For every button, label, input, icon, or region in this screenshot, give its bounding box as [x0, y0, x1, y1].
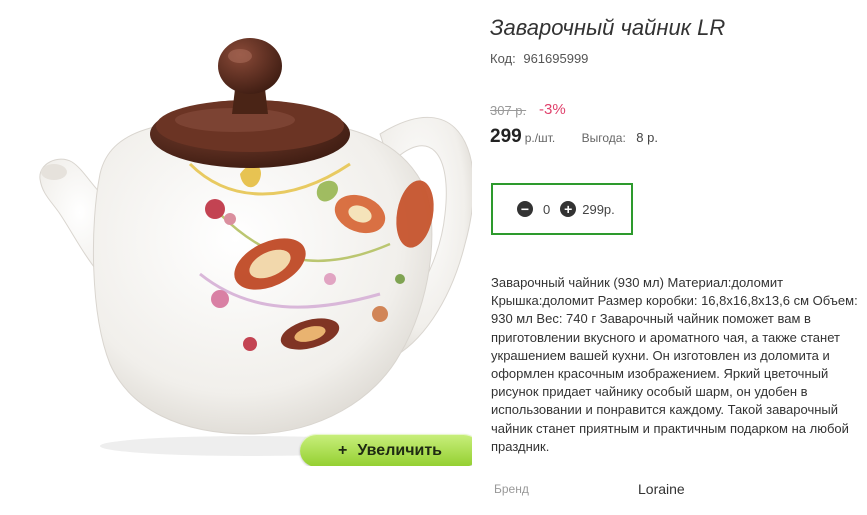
minus-circle-icon[interactable]: −: [517, 201, 533, 217]
code-value: 961695999: [523, 51, 589, 66]
price-unit: р./шт.: [524, 131, 556, 145]
brand-label: Бренд: [494, 482, 529, 496]
product-image[interactable]: + Увеличить: [20, 14, 472, 466]
zoom-button[interactable]: + Увеличить: [300, 434, 472, 466]
product-title: Заварочный чайник LR: [490, 15, 726, 40]
product-description: Заварочный чайник (930 мл) Материал:доло…: [491, 275, 858, 454]
total-price: 299р.: [582, 201, 615, 217]
brand-value[interactable]: Loraine: [638, 481, 685, 497]
plus-icon: +: [337, 441, 348, 459]
zoom-label: Увеличить: [357, 441, 442, 459]
price-row: 299 р./шт. Выгода: 8 р.: [490, 126, 658, 148]
product-code: Код: 961695999: [490, 51, 588, 66]
current-price: 299: [490, 126, 522, 147]
old-price: 307 р.: [490, 103, 527, 118]
plus-circle-icon[interactable]: +: [560, 201, 577, 217]
code-label: Код:: [490, 51, 516, 66]
quantity-selector: − 0 + 299р.: [491, 183, 633, 235]
discount-badge: -3%: [539, 101, 566, 118]
benefit-label: Выгода:: [581, 131, 626, 145]
teapot-illustration: [39, 38, 472, 456]
benefit-value: 8 р.: [636, 130, 658, 145]
quantity-value[interactable]: 0: [543, 202, 550, 217]
